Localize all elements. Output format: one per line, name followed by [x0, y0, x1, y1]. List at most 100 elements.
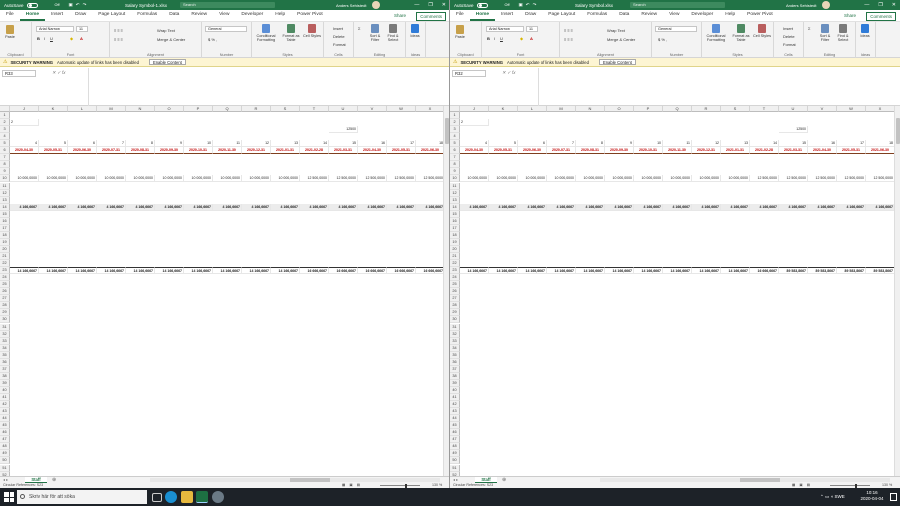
cell-row14[interactable]: 4 166,6667 [126, 203, 155, 211]
tab-file[interactable]: File [450, 9, 470, 21]
row-header[interactable]: 8 [0, 161, 10, 169]
row-header[interactable]: 21 [450, 253, 460, 261]
undo-icon[interactable]: ↶ [76, 2, 80, 8]
hscroll-thumb[interactable] [290, 478, 330, 482]
cell-row14[interactable]: 4 166,6667 [866, 203, 895, 211]
minimize-button[interactable]: — [864, 2, 869, 8]
row-header[interactable]: 19 [450, 238, 460, 246]
wrap-text-button[interactable]: Wrap Text [607, 28, 625, 33]
date-cell[interactable]: 2020-06-30 [518, 147, 547, 155]
row-header[interactable]: 22 [0, 260, 10, 268]
restore-button[interactable]: ❐ [878, 2, 882, 8]
row-header[interactable]: 38 [0, 372, 10, 380]
row-header[interactable]: 5 [450, 140, 460, 148]
row-header[interactable]: 28 [0, 302, 10, 310]
cell-row14[interactable]: 4 166,6667 [779, 203, 808, 211]
row-header[interactable]: 43 [450, 408, 460, 416]
column-header-L[interactable]: L [518, 106, 547, 112]
row-header[interactable]: 16 [0, 217, 10, 225]
cell-U3[interactable]: 12500 [329, 126, 358, 134]
column-header-J[interactable]: J [10, 106, 39, 112]
date-cell[interactable]: 2021-02-28 [750, 147, 779, 155]
column-header-U[interactable]: U [779, 106, 808, 112]
row-header[interactable]: 12 [450, 189, 460, 197]
date-cell[interactable]: 2020-06-30 [68, 147, 97, 155]
column-header-V[interactable]: V [808, 106, 837, 112]
cell-row14[interactable]: 4 166,6667 [39, 203, 68, 211]
row-header[interactable]: 49 [450, 450, 460, 458]
comments-button[interactable]: Comments [866, 12, 896, 21]
autosave-toggle[interactable] [476, 2, 488, 8]
total-cell[interactable]: 14 166,6667 [576, 267, 605, 275]
excel-taskbar-icon[interactable] [196, 491, 208, 503]
row-header[interactable]: 42 [450, 401, 460, 409]
column-header-Q[interactable]: Q [663, 106, 692, 112]
row-header[interactable]: 3 [450, 126, 460, 134]
cell-row14[interactable]: 4 166,6667 [837, 203, 866, 211]
sort-filter-button[interactable]: Sort & Filter [816, 24, 834, 42]
cell-row5[interactable]: 6 [68, 140, 97, 148]
wrap-text-button[interactable]: Wrap Text [157, 28, 175, 33]
name-box[interactable]: R33 [2, 70, 36, 77]
cell-row5[interactable]: 11 [213, 140, 242, 148]
number-format-select[interactable]: General [655, 26, 697, 32]
row-header[interactable]: 34 [450, 344, 460, 352]
row-header[interactable]: 41 [450, 394, 460, 402]
tab-home[interactable]: Home [19, 9, 46, 21]
file-explorer-icon[interactable] [181, 491, 193, 503]
row-header[interactable]: 4 [0, 133, 10, 141]
cell-row14[interactable]: 4 166,6667 [489, 203, 518, 211]
row-header[interactable]: 44 [0, 415, 10, 423]
cell-row5[interactable]: 5 [39, 140, 68, 148]
format-as-table-button[interactable]: Format as Table [730, 24, 752, 42]
tab-draw[interactable]: Draw [69, 9, 92, 21]
cell-row10[interactable]: 10 000,0000 [721, 175, 750, 183]
underline-button[interactable]: U [500, 36, 503, 41]
cell-row14[interactable]: 4 166,6667 [358, 203, 387, 211]
fx-icon[interactable]: ✕ ✓ fx [502, 70, 516, 76]
date-cell[interactable]: 2020-04-30 [460, 147, 489, 155]
column-header-W[interactable]: W [387, 106, 416, 112]
tab-insert[interactable]: Insert [45, 9, 69, 21]
tab-draw[interactable]: Draw [519, 9, 542, 21]
row-header[interactable]: 47 [0, 436, 10, 444]
column-header-V[interactable]: V [358, 106, 387, 112]
cell-row5[interactable]: 12 [692, 140, 721, 148]
date-cell[interactable]: 2020-07-31 [97, 147, 126, 155]
cell-row14[interactable]: 4 166,6667 [68, 203, 97, 211]
row-header[interactable]: 38 [450, 372, 460, 380]
cell-row10[interactable]: 10 000,0000 [547, 175, 576, 183]
name-box[interactable]: R32 [452, 70, 486, 77]
cell-row5[interactable]: 4 [460, 140, 489, 148]
column-header-X[interactable]: X [866, 106, 895, 112]
bold-button[interactable]: B [37, 36, 40, 41]
total-cell[interactable]: 14 166,6667 [460, 267, 489, 275]
cell-row10[interactable]: 12 500,0000 [866, 175, 895, 183]
row-header[interactable]: 46 [450, 429, 460, 437]
cell-row10[interactable]: 10 000,0000 [271, 175, 300, 183]
horizontal-scrollbar[interactable] [600, 478, 890, 482]
date-cell[interactable]: 2021-03-31 [779, 147, 808, 155]
cell-row10[interactable]: 10 000,0000 [692, 175, 721, 183]
cell-row10[interactable]: 10 000,0000 [39, 175, 68, 183]
cell-row5[interactable]: 11 [663, 140, 692, 148]
cell-U3[interactable]: 12500 [779, 126, 808, 134]
column-header-T[interactable]: T [300, 106, 329, 112]
row-header[interactable]: 11 [0, 182, 10, 190]
total-cell[interactable]: 14 166,6667 [692, 267, 721, 275]
row-header[interactable]: 36 [0, 358, 10, 366]
date-cell[interactable]: 2020-11-30 [213, 147, 242, 155]
tab-file[interactable]: File [0, 9, 20, 21]
total-cell[interactable]: 16 666,6667 [387, 267, 416, 275]
row-header[interactable]: 6 [450, 147, 460, 155]
row-header[interactable]: 39 [0, 379, 10, 387]
row-header[interactable]: 36 [450, 358, 460, 366]
cell-row10[interactable]: 12 500,0000 [837, 175, 866, 183]
date-cell[interactable]: 2021-04-30 [808, 147, 837, 155]
cell-row10[interactable]: 10 000,0000 [663, 175, 692, 183]
date-cell[interactable]: 2021-06-30 [866, 147, 895, 155]
cell-row14[interactable]: 4 166,6667 [663, 203, 692, 211]
tab-view[interactable]: View [213, 9, 235, 21]
cell-row14[interactable]: 4 166,6667 [808, 203, 837, 211]
row-header[interactable]: 13 [0, 196, 10, 204]
